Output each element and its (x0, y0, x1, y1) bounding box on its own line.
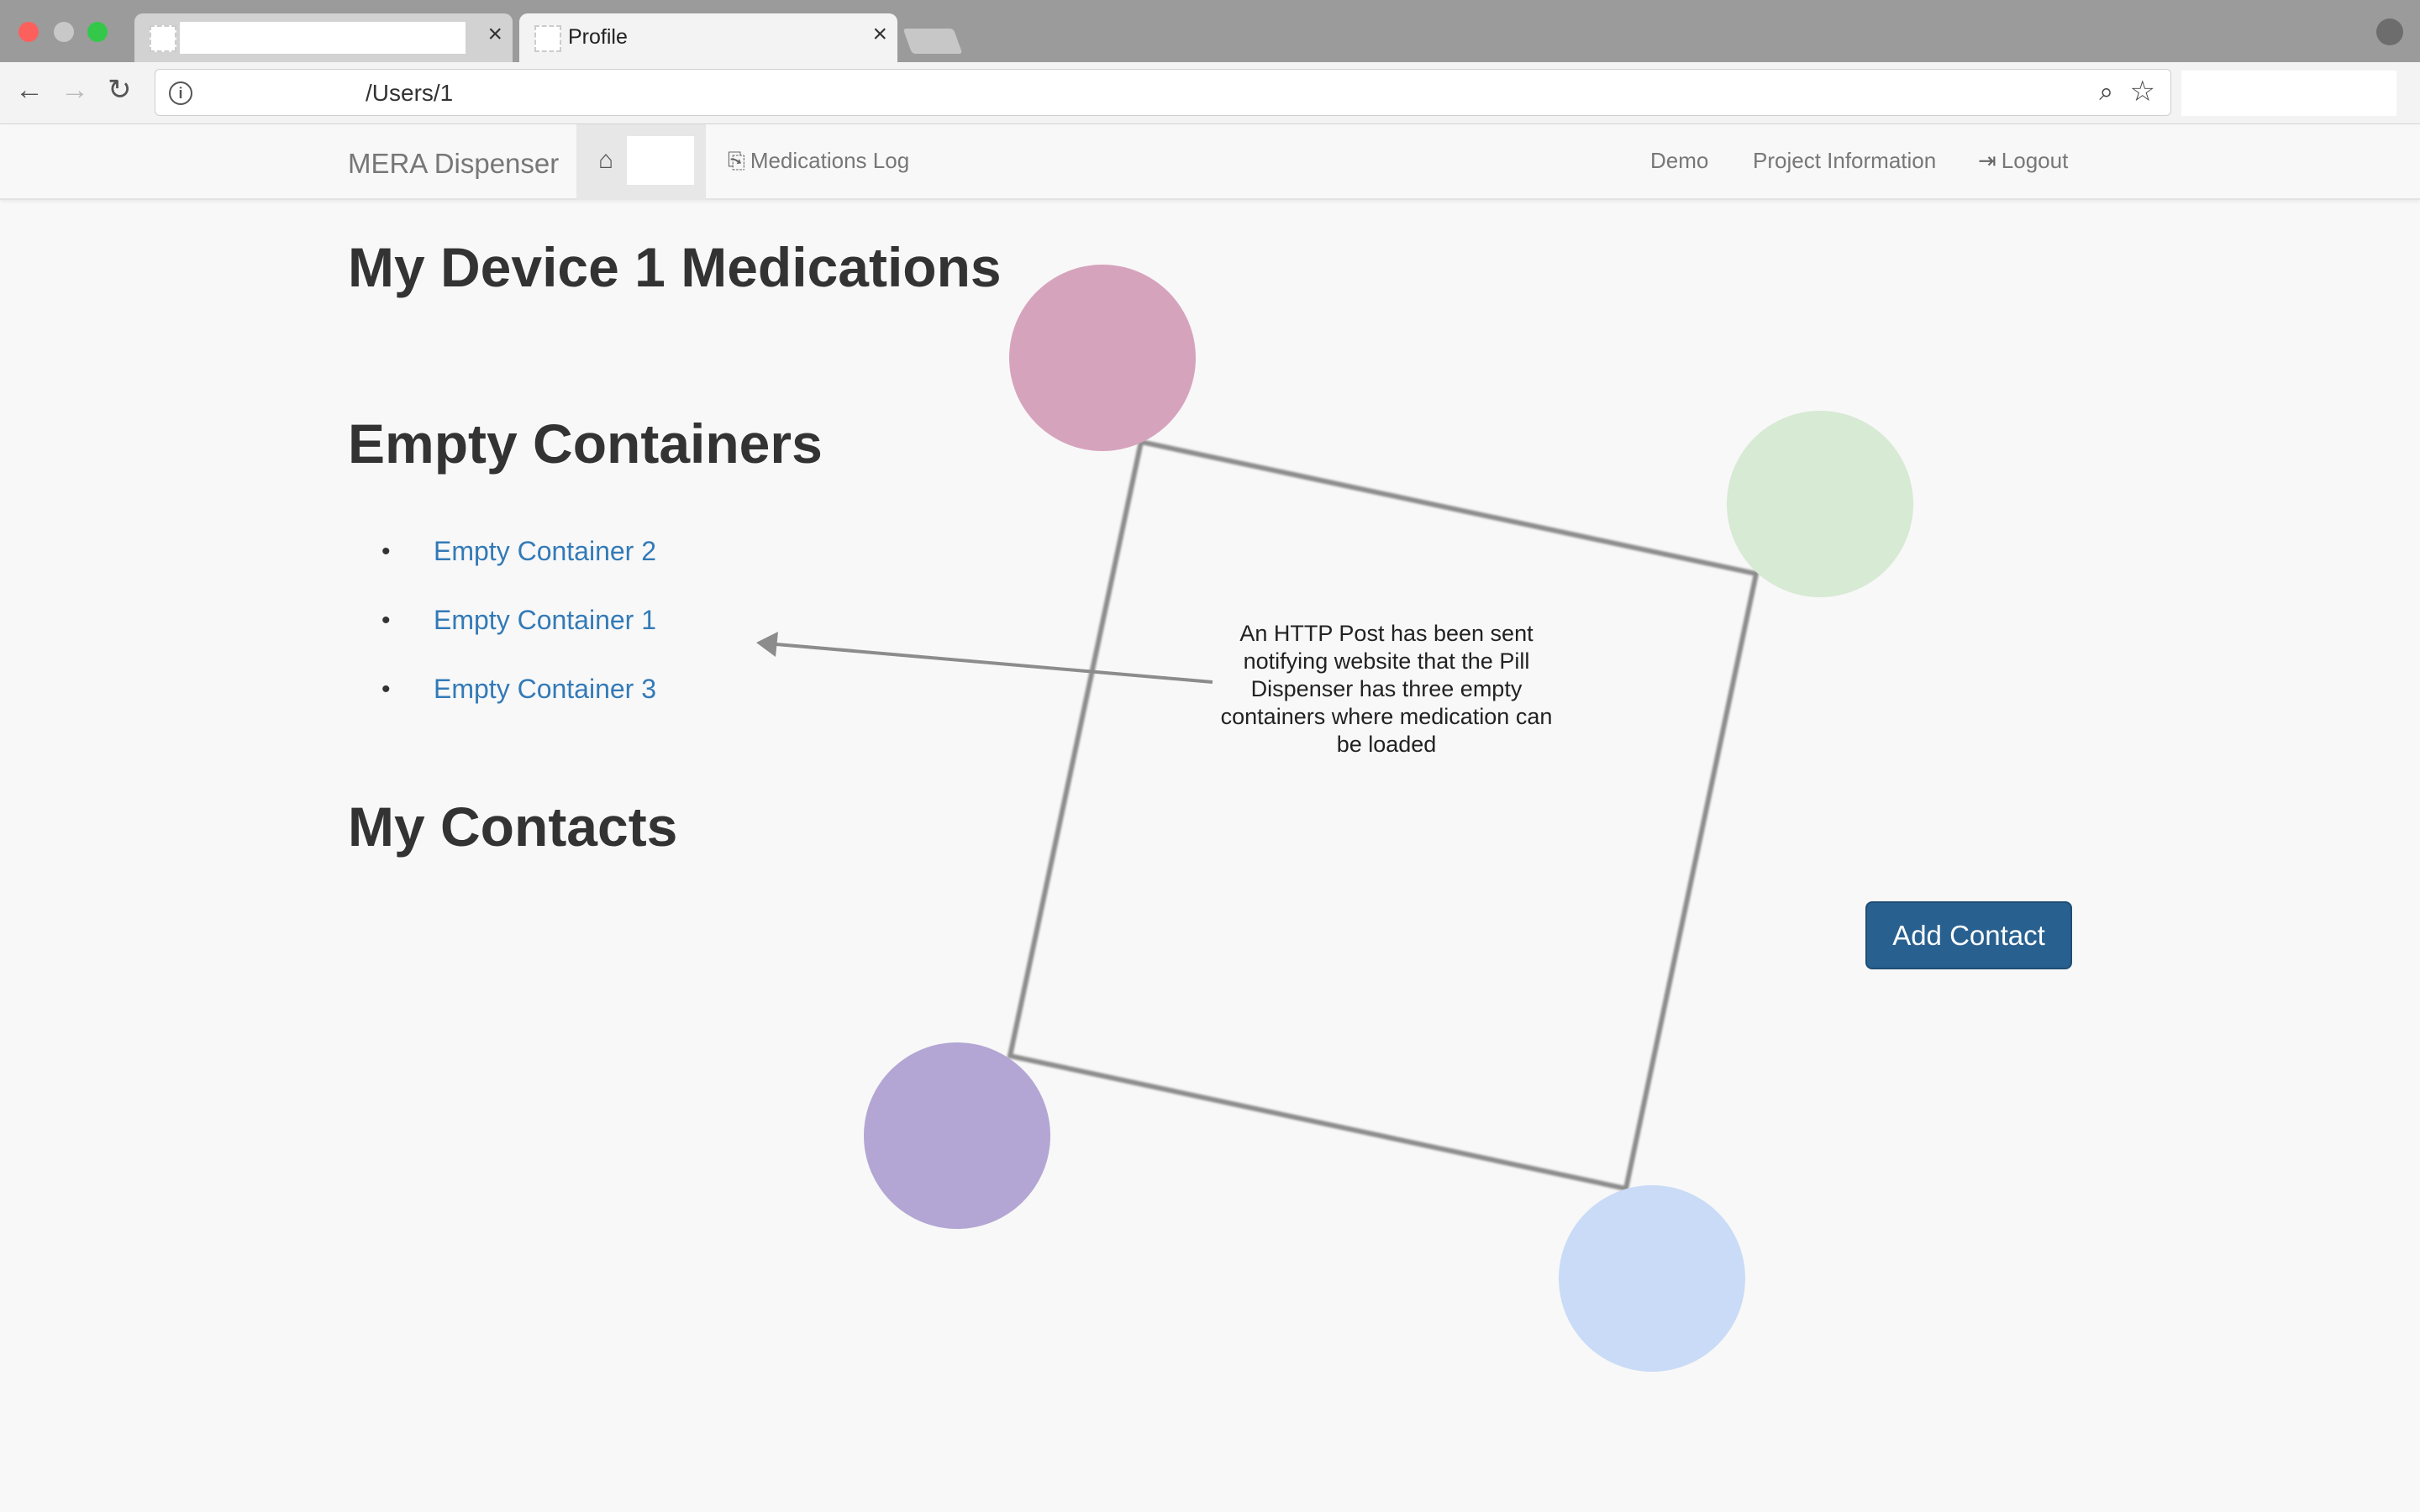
logout-icon: ⇥ (1978, 148, 1996, 173)
bullet: • (381, 538, 391, 565)
annotation-arrow-head (756, 632, 778, 657)
nav-logout-label: Logout (2001, 148, 2069, 173)
site-navbar: MERA Dispenser ⌂ ⎘ Medications Log Demo P… (0, 124, 2420, 200)
paperclip-icon: ⎘ (728, 148, 745, 173)
browser-tab-inactive[interactable]: × (134, 13, 513, 62)
browser-tab-strip: × Profile × (0, 0, 2420, 62)
close-tab-icon[interactable]: × (487, 22, 502, 47)
tab-favicon-icon (150, 25, 176, 52)
annotation-arrow-line (776, 643, 1213, 684)
container-circle-green (1727, 411, 1913, 597)
container-circle-blue (1559, 1185, 1745, 1372)
nav-medications-log[interactable]: ⎘ Medications Log (728, 148, 909, 175)
profile-icon[interactable] (2376, 18, 2403, 45)
extension-area (2181, 71, 2396, 116)
home-label-placeholder (627, 136, 694, 185)
container-circle-pink (1009, 265, 1196, 451)
reload-icon[interactable]: ↻ (108, 76, 132, 104)
tab-title-placeholder (180, 22, 466, 54)
maximize-window-button[interactable] (87, 22, 108, 42)
brand-link[interactable]: MERA Dispenser (348, 148, 559, 180)
container-frame-square (1007, 438, 1760, 1192)
close-tab-icon[interactable]: × (872, 22, 887, 47)
back-arrow-icon[interactable]: ← (15, 76, 44, 104)
info-icon[interactable]: i (169, 81, 192, 105)
home-icon: ⌂ (598, 146, 614, 174)
address-url[interactable]: /Users/1 (366, 80, 453, 107)
nav-home-item[interactable]: ⌂ (576, 124, 706, 200)
contacts-heading: My Contacts (348, 795, 678, 858)
add-contact-button[interactable]: Add Contact (1865, 901, 2072, 969)
nav-project-information[interactable]: Project Information (1753, 148, 1936, 174)
bullet: • (381, 675, 391, 703)
annotation-text: An HTTP Post has been sent notifying web… (1220, 621, 1553, 757)
zoom-icon[interactable]: ⌕ (2099, 78, 2113, 107)
empty-container-link[interactable]: Empty Container 1 (434, 605, 656, 636)
empty-container-link[interactable]: Empty Container 3 (434, 674, 656, 705)
tab-favicon-icon (534, 25, 561, 52)
new-tab-button[interactable] (902, 29, 963, 54)
empty-containers-heading: Empty Containers (348, 412, 823, 475)
nav-medications-log-label: Medications Log (750, 148, 910, 173)
bullet: • (381, 606, 391, 634)
star-icon[interactable]: ☆ (2130, 75, 2155, 108)
tab-title: Profile (568, 25, 628, 49)
container-circle-purple (864, 1042, 1050, 1229)
browser-toolbar: ← → ↻ i /Users/1 ⌕ ☆ (0, 62, 2420, 124)
nav-logout[interactable]: ⇥ Logout (1978, 148, 2068, 174)
address-bar[interactable]: i /Users/1 ⌕ ☆ (155, 69, 2171, 116)
close-window-button[interactable] (18, 22, 39, 42)
browser-tab-active[interactable]: Profile × (519, 13, 897, 62)
minimize-window-button[interactable] (54, 22, 74, 42)
nav-demo[interactable]: Demo (1650, 148, 1708, 174)
page-title: My Device 1 Medications (348, 236, 1002, 298)
forward-arrow-icon[interactable]: → (60, 76, 89, 104)
empty-container-link[interactable]: Empty Container 2 (434, 536, 656, 567)
